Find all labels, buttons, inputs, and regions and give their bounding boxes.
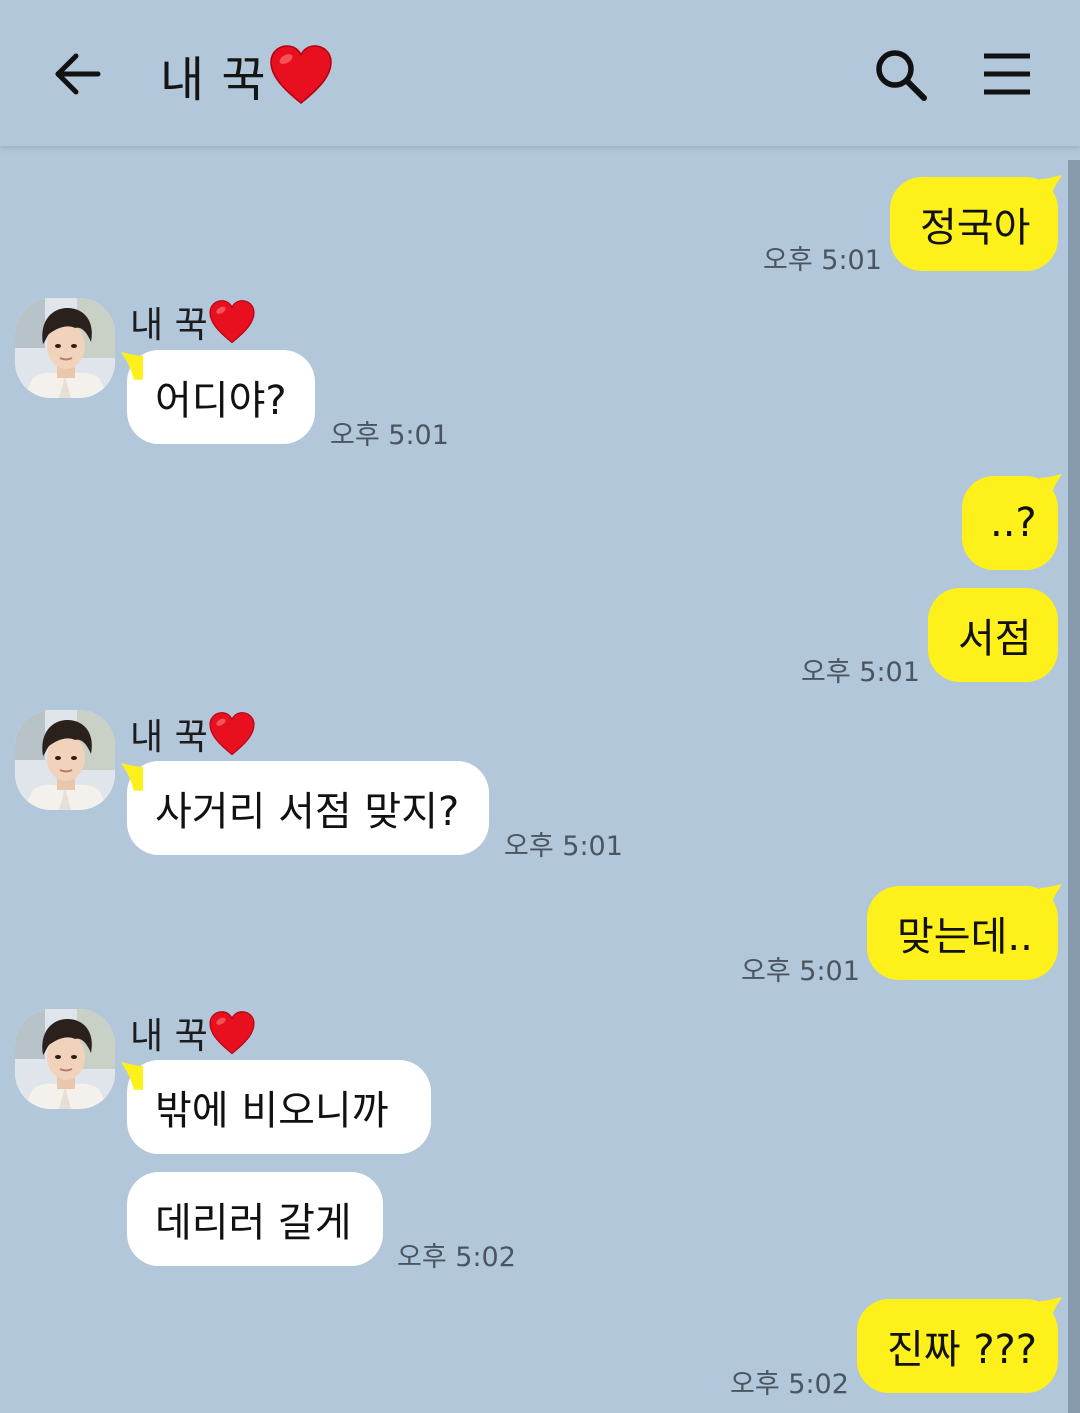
profile-photo (15, 1009, 115, 1109)
incoming-message-bubble[interactable]: 밖에 비오니까 (127, 1060, 431, 1154)
profile-photo (15, 710, 115, 810)
avatar[interactable] (15, 710, 115, 810)
message-time: 오후 5:01 (801, 657, 920, 688)
search-icon (876, 50, 927, 101)
outgoing-message-bubble[interactable]: ..? (962, 476, 1058, 570)
back-button[interactable] (48, 44, 108, 104)
message-time: 오후 5:01 (504, 831, 623, 862)
chat-title-text: 내 꾹 (160, 52, 267, 108)
search-button[interactable] (872, 46, 930, 104)
red-heart-icon (208, 1011, 256, 1055)
incoming-message-bubble[interactable]: 데리러 갈게 (127, 1172, 383, 1266)
sender-name-text: 내 꾹 (130, 717, 208, 758)
message-text: 사거리 서점 맞지? (155, 789, 460, 835)
message-text: 맞는데.. (897, 914, 1033, 960)
menu-button[interactable] (980, 50, 1034, 98)
bubble-tail (1040, 474, 1062, 502)
avatar[interactable] (15, 1009, 115, 1109)
bubble-tail (121, 352, 143, 380)
message-text: 서점 (958, 616, 1032, 662)
sender-name-text: 내 꾹 (130, 305, 208, 346)
scrollbar[interactable] (1068, 160, 1080, 1413)
outgoing-message-bubble[interactable]: 진짜 ??? (857, 1299, 1058, 1393)
outgoing-message-bubble[interactable]: 서점 (928, 588, 1058, 682)
red-heart-icon (208, 712, 256, 756)
menu-icon (984, 53, 1030, 95)
message-text: 데리러 갈게 (155, 1200, 352, 1246)
incoming-message-bubble[interactable]: 어디야? (127, 350, 315, 444)
message-text: 밖에 비오니까 (155, 1088, 389, 1134)
bubble-tail (1040, 884, 1062, 912)
message-text: 정국아 (920, 205, 1031, 251)
message-time: 오후 5:02 (397, 1242, 516, 1273)
avatar[interactable] (15, 298, 115, 398)
message-time: 오후 5:01 (763, 245, 882, 276)
red-heart-icon (269, 45, 333, 105)
chat-screen: 내 꾹 정국아 오후 5:01 내 꾹 어디야? 오후 5:01 ..? 서점 … (0, 0, 1080, 1413)
profile-photo (15, 298, 115, 398)
incoming-message-bubble[interactable]: 사거리 서점 맞지? (127, 761, 489, 855)
message-text: 진짜 ??? (887, 1327, 1038, 1373)
chat-title: 내 꾹 (160, 40, 333, 110)
arrow-left-icon (55, 53, 101, 95)
red-heart-icon (208, 300, 256, 344)
outgoing-message-bubble[interactable]: 정국아 (890, 177, 1058, 271)
outgoing-message-bubble[interactable]: 맞는데.. (867, 886, 1058, 980)
sender-name: 내 꾹 (130, 296, 256, 348)
sender-name: 내 꾹 (130, 1007, 256, 1059)
chat-header: 내 꾹 (0, 0, 1080, 146)
sender-name: 내 꾹 (130, 708, 256, 760)
bubble-tail (121, 763, 143, 791)
message-time: 오후 5:02 (730, 1369, 849, 1400)
message-time: 오후 5:01 (330, 420, 449, 451)
bubble-tail (1040, 1297, 1062, 1325)
bubble-tail (1040, 175, 1062, 203)
message-text: 어디야? (155, 378, 287, 424)
message-time: 오후 5:01 (741, 956, 860, 987)
sender-name-text: 내 꾹 (130, 1016, 208, 1057)
bubble-tail (121, 1062, 143, 1090)
message-text: ..? (990, 500, 1037, 546)
